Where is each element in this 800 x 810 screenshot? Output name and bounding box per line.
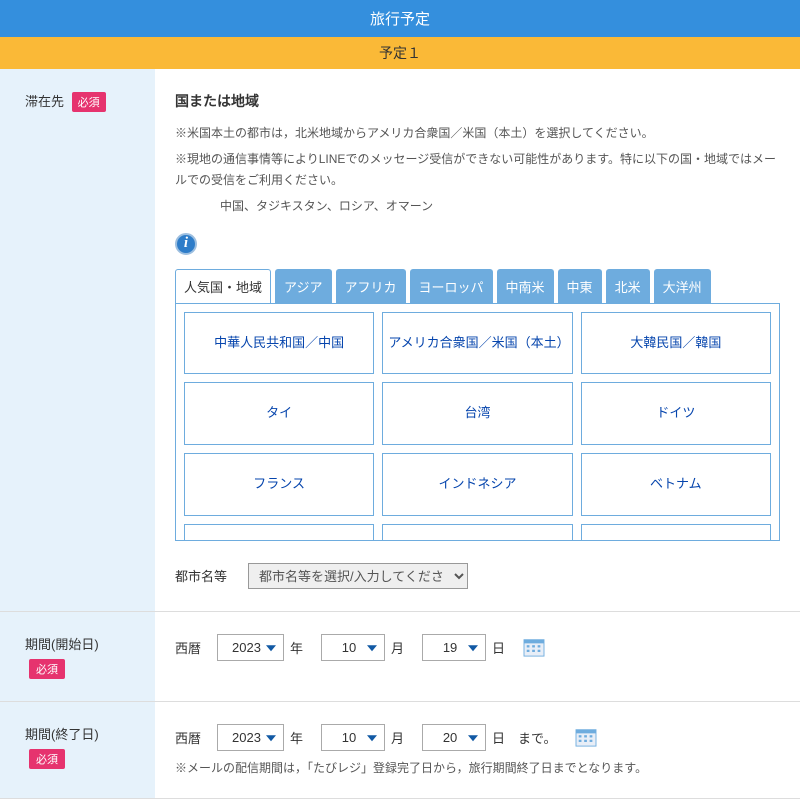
- page-title: 旅行予定: [370, 11, 430, 28]
- option-thailand[interactable]: タイ: [184, 382, 374, 445]
- option-korea[interactable]: 大韓民国／韓国: [581, 312, 771, 375]
- end-day-select[interactable]: 20: [422, 724, 486, 751]
- day-unit: 日: [492, 638, 505, 657]
- end-date-note: ※メールの配信期間は，「たびレジ」登録完了日から，旅行期間終了日までとなります。: [175, 759, 780, 776]
- end-date-row: 西暦 2023 年 10 月 20 日 まで。: [175, 724, 780, 751]
- row-start-date: 期間(開始日) 必須 西暦 2023 年 10 月 19 日: [0, 612, 800, 702]
- tab-asia[interactable]: アジア: [275, 269, 331, 303]
- end-date-content: 西暦 2023 年 10 月 20 日 まで。 ※メールの配信期間は，「たびレジ…: [155, 702, 800, 798]
- tab-north-america[interactable]: 北米: [606, 269, 650, 303]
- country-heading: 国または地域: [175, 91, 780, 111]
- page-subtitle: 予定１: [379, 45, 421, 61]
- era-label: 西暦: [175, 638, 201, 657]
- row-end-date: 期間(終了日) 必須 西暦 2023 年 10 月 20 日 まで。 ※メールの…: [0, 702, 800, 799]
- destination-content: 国または地域 ※米国本土の都市は，北米地域からアメリカ合衆国／米国（本土）を選択…: [155, 69, 800, 611]
- start-date-label-cell: 期間(開始日) 必須: [0, 612, 155, 701]
- start-month-select[interactable]: 10: [321, 634, 385, 661]
- end-month-select[interactable]: 10: [321, 724, 385, 751]
- city-row: 都市名等 都市名等を選択/入力してください: [175, 563, 780, 589]
- note-line: ※現地の通信事情等によりLINEでのメッセージ受信ができない可能性があります。特…: [175, 149, 780, 190]
- tab-africa[interactable]: アフリカ: [336, 269, 406, 303]
- start-date-label: 期間(開始日): [25, 637, 99, 652]
- option-uk[interactable]: 英国／イギリス／グレートブリ: [581, 524, 771, 540]
- month-unit: 月: [391, 638, 404, 657]
- country-options-panel[interactable]: 中華人民共和国／中国 アメリカ合衆国／米国（本土） 大韓民国／韓国 タイ 台湾 …: [175, 303, 780, 541]
- end-date-label-cell: 期間(終了日) 必須: [0, 702, 155, 798]
- tab-oceania[interactable]: 大洋州: [654, 269, 711, 303]
- start-day-select[interactable]: 19: [422, 634, 486, 661]
- option-blank2[interactable]: [382, 524, 572, 540]
- country-options-grid: 中華人民共和国／中国 アメリカ合衆国／米国（本土） 大韓民国／韓国 タイ 台湾 …: [184, 312, 771, 541]
- page-subtitle-bar: 予定１: [0, 37, 800, 69]
- calendar-icon[interactable]: [523, 637, 545, 657]
- city-label: 都市名等: [175, 566, 230, 585]
- info-icon[interactable]: i: [175, 233, 197, 255]
- option-indonesia[interactable]: インドネシア: [382, 453, 572, 516]
- region-tabs: 人気国・地域 アジア アフリカ ヨーロッパ 中南米 中東 北米 大洋州: [175, 269, 780, 303]
- note-countries: 中国、タジキスタン、ロシア、オマーン: [220, 196, 780, 216]
- destination-label: 滞在先: [25, 94, 64, 109]
- calendar-icon[interactable]: [575, 727, 597, 747]
- year-unit: 年: [290, 728, 303, 747]
- row-destination: 滞在先 必須 国または地域 ※米国本土の都市は，北米地域からアメリカ合衆国／米国…: [0, 69, 800, 612]
- city-select[interactable]: 都市名等を選択/入力してください: [248, 563, 468, 589]
- start-date-row: 西暦 2023 年 10 月 19 日: [175, 634, 780, 661]
- option-usa[interactable]: アメリカ合衆国／米国（本土）: [382, 312, 572, 375]
- era-label: 西暦: [175, 728, 201, 747]
- required-badge: 必須: [29, 659, 65, 679]
- required-badge: 必須: [29, 749, 65, 769]
- tab-middle-east[interactable]: 中東: [558, 269, 602, 303]
- destination-label-cell: 滞在先 必須: [0, 69, 155, 611]
- end-date-label: 期間(終了日): [25, 727, 99, 742]
- year-unit: 年: [290, 638, 303, 657]
- month-unit: 月: [391, 728, 404, 747]
- day-unit: 日 まで。: [492, 728, 556, 747]
- option-taiwan[interactable]: 台湾: [382, 382, 572, 445]
- start-year-select[interactable]: 2023: [217, 634, 284, 661]
- page-title-bar: 旅行予定: [0, 0, 800, 37]
- end-year-select[interactable]: 2023: [217, 724, 284, 751]
- option-blank1[interactable]: [184, 524, 374, 540]
- start-date-content: 西暦 2023 年 10 月 19 日: [155, 612, 800, 701]
- note-us: ※米国本土の都市は，北米地域からアメリカ合衆国／米国（本土）を選択してください。: [175, 123, 780, 143]
- option-france[interactable]: フランス: [184, 453, 374, 516]
- tab-popular[interactable]: 人気国・地域: [175, 269, 271, 303]
- option-vietnam[interactable]: ベトナム: [581, 453, 771, 516]
- tab-europe[interactable]: ヨーロッパ: [410, 269, 493, 303]
- tab-latin-america[interactable]: 中南米: [497, 269, 554, 303]
- option-germany[interactable]: ドイツ: [581, 382, 771, 445]
- required-badge: 必須: [72, 92, 106, 112]
- option-china[interactable]: 中華人民共和国／中国: [184, 312, 374, 375]
